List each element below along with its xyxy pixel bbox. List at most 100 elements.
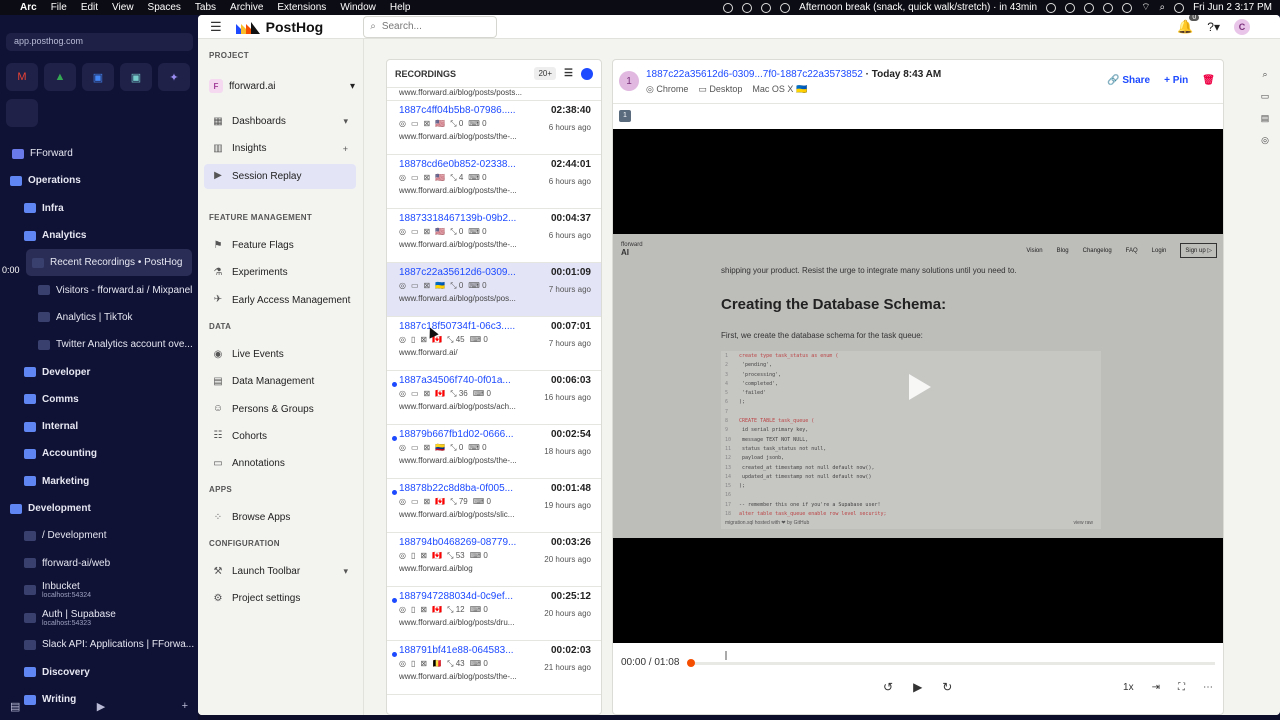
status-icon[interactable] bbox=[723, 2, 734, 13]
arc-tab[interactable]: Auth | Supabase localhost:54323 bbox=[0, 604, 198, 631]
recording-row[interactable]: 18879b667fb1d02-0666... 00:02:54 ◎ ▭ ⊠ 🇨🇴 ⤡ 0 ⌨… bbox=[387, 425, 601, 479]
arc-tab[interactable]: Slack API: Applications | FForwa... bbox=[0, 631, 198, 658]
delete-icon[interactable]: 🗑 bbox=[1202, 75, 1215, 86]
add-icon[interactable]: + bbox=[343, 144, 348, 154]
arc-folder[interactable]: Operations bbox=[0, 167, 198, 194]
segment-badge[interactable]: 1 bbox=[619, 110, 631, 122]
nav-item-feature-flags[interactable]: ⚑ Feature Flags bbox=[204, 233, 356, 258]
live-toggle[interactable] bbox=[581, 67, 593, 80]
nav-item-browse-apps[interactable]: ⁘ Browse Apps bbox=[204, 505, 356, 530]
project-switcher[interactable]: F fforward.ai ▾ bbox=[209, 76, 355, 96]
skip-inactivity-icon[interactable]: ⇥ bbox=[1152, 682, 1160, 693]
recording-row[interactable]: 18873318467139b-09b2... 00:04:37 ◎ ▭ ⊠ 🇺🇸 ⤡ 0 ⌨… bbox=[387, 209, 601, 263]
reminder-text[interactable]: Afternoon break (snack, quick walk/stret… bbox=[799, 2, 1037, 13]
arc-tab[interactable]: Recent Recordings • PostHog bbox=[26, 249, 192, 277]
events-icon[interactable]: ◎ bbox=[1261, 135, 1269, 146]
menu-help[interactable]: Help bbox=[390, 2, 411, 13]
nav-item-session-replay[interactable]: ▶ Session Replay bbox=[204, 163, 356, 189]
gmail-icon[interactable]: M bbox=[6, 63, 38, 91]
pin-button[interactable]: + Pin bbox=[1164, 75, 1188, 86]
status-icon[interactable] bbox=[742, 2, 753, 13]
recording-row[interactable]: 1887c4ff04b5b8-07986..... 02:38:40 ◎ ▭ ⊠ 🇺🇸 ⤡ … bbox=[387, 101, 601, 155]
status-icon[interactable] bbox=[761, 2, 772, 13]
menu-view[interactable]: View bbox=[112, 2, 134, 13]
filter-icon[interactable]: ☰ bbox=[564, 68, 573, 79]
chevron-down-icon[interactable]: ▾ bbox=[343, 566, 348, 577]
nav-item-launch-toolbar[interactable]: ⚒ Launch Toolbar ▾ bbox=[204, 559, 356, 584]
menu-icon[interactable]: ☰ bbox=[210, 19, 222, 35]
nav-item-early-access-management[interactable]: ✈ Early Access Management bbox=[204, 288, 356, 313]
battery-icon[interactable] bbox=[1122, 2, 1133, 13]
nav-item-experiments[interactable]: ⚗ Experiments bbox=[204, 260, 356, 285]
menu-window[interactable]: Window bbox=[340, 2, 376, 13]
arc-tab[interactable]: Twitter Analytics account ove... bbox=[0, 331, 198, 358]
menu-archive[interactable]: Archive bbox=[230, 2, 263, 13]
pinned-tab[interactable] bbox=[6, 99, 38, 127]
menu-spaces[interactable]: Spaces bbox=[148, 2, 181, 13]
arc-folder[interactable]: Developer bbox=[0, 358, 198, 385]
avatar[interactable]: C bbox=[1234, 18, 1250, 35]
menu-file[interactable]: File bbox=[51, 2, 67, 13]
arc-folder[interactable]: Internal bbox=[0, 413, 198, 440]
arc-folder[interactable]: Infra bbox=[0, 195, 198, 222]
sparkle-icon[interactable]: ✦ bbox=[158, 63, 190, 91]
recording-row[interactable]: 18878cd6e0b852-02338... 02:44:01 ◎ ▭ ⊠ 🇺🇸 ⤡ 4 ⌨… bbox=[387, 155, 601, 209]
arc-tab[interactable]: FForward bbox=[0, 140, 198, 167]
calendar-icon[interactable]: ▣ bbox=[82, 63, 114, 91]
search-icon[interactable]: ⌕ bbox=[1262, 69, 1267, 80]
recording-row[interactable]: 1887a34506f740-0f01a... 00:06:03 ◎ ▭ ⊠ 🇨🇦 ⤡ 36… bbox=[387, 371, 601, 425]
wifi-icon[interactable]: ⌔ bbox=[1141, 1, 1150, 14]
app-icon[interactable]: ▣ bbox=[120, 63, 152, 91]
menu-app[interactable]: Arc bbox=[20, 2, 37, 13]
list-item[interactable]: www.fforward.ai/blog/posts/posts... bbox=[387, 88, 601, 101]
more-icon[interactable]: ⋯ bbox=[1203, 682, 1213, 693]
nav-item-cohorts[interactable]: ☷ Cohorts bbox=[204, 424, 356, 449]
bluetooth-icon[interactable] bbox=[1103, 2, 1114, 13]
play-overlay-icon[interactable] bbox=[903, 372, 933, 402]
replay-video[interactable]: fforward AI Vision Blog Changelog FAQ Login … bbox=[613, 129, 1223, 643]
arc-tab[interactable]: Analytics | TikTok bbox=[0, 304, 198, 331]
menu-extensions[interactable]: Extensions bbox=[277, 2, 326, 13]
status-icon[interactable] bbox=[780, 2, 791, 13]
search-icon[interactable]: ⌕ bbox=[1159, 2, 1165, 13]
arc-tab[interactable]: fforward-ai/web bbox=[0, 549, 198, 576]
recording-row[interactable]: 1887c22a35612d6-0309... 00:01:09 ◎ ▭ ⊠ 🇺🇦 ⤡ 0 ⌨… bbox=[387, 263, 601, 317]
seek-handle[interactable] bbox=[687, 659, 695, 667]
nav-item-insights[interactable]: ▥ Insights + bbox=[204, 136, 356, 161]
nav-item-data-management[interactable]: ▤ Data Management bbox=[204, 369, 356, 394]
headphones-icon[interactable] bbox=[1084, 2, 1095, 13]
nav-item-live-events[interactable]: ◉ Live Events bbox=[204, 342, 356, 367]
arc-folder[interactable]: Analytics bbox=[0, 222, 198, 249]
recording-row[interactable]: 1887c18f50734f1-06c3..... 00:07:01 ◎ ▯ ⊠ 🇨🇦 ⤡ … bbox=[387, 317, 601, 371]
chevron-down-icon[interactable]: ▾ bbox=[343, 116, 348, 127]
speed-button[interactable]: 1x bbox=[1123, 682, 1134, 693]
nav-item-project-settings[interactable]: ⚙ Project settings bbox=[204, 586, 356, 611]
session-id[interactable]: 1887c22a35612d6-0309...7f0-1887c22a35738… bbox=[646, 69, 941, 80]
arc-tab[interactable]: / Development bbox=[0, 522, 198, 549]
recording-row[interactable]: 188791bf41e88-064583... 00:02:03 ◎ ▯ ⊠ 🇧🇪 ⤡ 43… bbox=[387, 641, 601, 695]
space-icon[interactable]: ▶ bbox=[97, 700, 105, 713]
play-icon[interactable] bbox=[1046, 2, 1057, 13]
notifications-button[interactable]: 🔔 0 bbox=[1177, 15, 1200, 35]
arc-tab[interactable]: Inbucket localhost:54324 bbox=[0, 577, 198, 604]
arc-folder[interactable]: Comms bbox=[0, 386, 198, 413]
network-icon[interactable]: ▤ bbox=[1261, 113, 1270, 124]
url-bar[interactable]: app.posthog.com bbox=[6, 33, 193, 51]
arc-tab[interactable]: Visitors - fforward.ai / Mixpanel bbox=[0, 276, 198, 303]
recording-row[interactable]: 18878b22c8d8ba-0f005... 00:01:48 ◎ ▭ ⊠ 🇨🇦 ⤡ 79… bbox=[387, 479, 601, 533]
console-icon[interactable]: ▭ bbox=[1261, 91, 1270, 102]
menu-edit[interactable]: Edit bbox=[81, 2, 98, 13]
rewind-icon[interactable]: ↺ bbox=[883, 680, 893, 694]
arc-folder[interactable]: Marketing bbox=[0, 468, 198, 495]
arc-folder[interactable]: Discovery bbox=[0, 659, 198, 686]
nav-item-dashboards[interactable]: ▦ Dashboards ▾ bbox=[204, 109, 356, 134]
clock[interactable]: Fri Jun 2 3:17 PM bbox=[1193, 2, 1272, 13]
search-input[interactable]: ⌕ Search... bbox=[363, 15, 498, 38]
recording-row[interactable]: 188794b0468269-08779... 00:03:26 ◎ ▯ ⊠ 🇨🇦 ⤡ 53… bbox=[387, 533, 601, 587]
nav-item-persons-groups[interactable]: ☺ Persons & Groups bbox=[204, 397, 356, 422]
add-icon[interactable]: + bbox=[182, 700, 188, 712]
arc-folder[interactable]: Accounting bbox=[0, 440, 198, 467]
control-center-icon[interactable] bbox=[1174, 2, 1185, 13]
play-icon[interactable]: ▶ bbox=[913, 680, 922, 694]
moon-icon[interactable] bbox=[1065, 2, 1076, 13]
